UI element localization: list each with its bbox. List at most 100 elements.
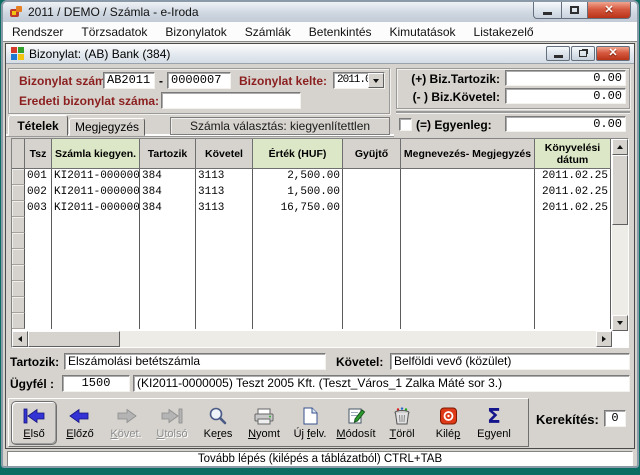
row-selector[interactable]: [12, 281, 25, 297]
grid-cell: [535, 313, 611, 329]
grid-cell: [401, 233, 535, 249]
egyenleg-checkbox[interactable]: [399, 118, 412, 131]
doc-minimize-button[interactable]: [546, 46, 570, 61]
doc-close-button[interactable]: ✕: [596, 46, 630, 61]
eredeti-bizonylat-field[interactable]: [161, 92, 301, 109]
toolbar-button--j-felv[interactable]: Új felv.: [287, 401, 333, 445]
app-titlebar[interactable]: 2011 / DEMO / Számla - e-Iroda ✕: [3, 2, 637, 22]
grid-cell: 001: [25, 169, 52, 185]
toolbar-button-nyomt[interactable]: Nyomt: [241, 401, 287, 445]
tartozik-label: Tartozik:: [10, 355, 60, 369]
toolbar-button-el-z[interactable]: Előző: [57, 401, 103, 445]
column-header: Tartozik: [140, 139, 196, 169]
grid-cell: [140, 281, 196, 297]
edit-icon: [345, 405, 367, 427]
toolbar-button-label: Követ.: [110, 428, 142, 440]
grid-cell: [343, 201, 401, 217]
grid-cell: [196, 265, 253, 281]
minimize-button[interactable]: [533, 2, 562, 19]
table-row[interactable]: 003 KI2011-0000001 384 3113 16,750.00 2011.02…: [12, 201, 628, 217]
egyenleg-field[interactable]: 0.00: [505, 116, 626, 132]
tab-2[interactable]: Megjegyzés: [69, 118, 145, 136]
grid-cell: 2011.02.25: [535, 185, 611, 201]
document-titlebar[interactable]: Bizonylat: (AB) Bank (384) ✕: [6, 44, 634, 64]
toolbar-button-keres[interactable]: Keres: [195, 401, 241, 445]
app-title: 2011 / DEMO / Számla - e-Iroda: [28, 5, 199, 19]
table-row-empty: [12, 249, 628, 265]
bizonylat-prefix-field[interactable]: AB2011: [103, 72, 155, 89]
toolbar-button-els[interactable]: Első: [11, 400, 57, 445]
tartozik-field[interactable]: Elszámolási betétszámla: [64, 353, 326, 370]
close-button[interactable]: ✕: [587, 2, 631, 19]
toolbar-button-kil-p[interactable]: Kilép: [425, 401, 471, 445]
grid-cell: [140, 313, 196, 329]
grid-cell: [196, 233, 253, 249]
grid-cell: [140, 297, 196, 313]
row-selector[interactable]: [12, 169, 25, 185]
scroll-up-button[interactable]: [612, 139, 628, 155]
menu-item-5[interactable]: Betenkintés: [300, 22, 381, 41]
row-selector[interactable]: [12, 313, 25, 329]
scroll-left-button[interactable]: [12, 331, 28, 347]
grid-cell: 384: [140, 201, 196, 217]
menu-item-7[interactable]: Listakezelő: [465, 22, 543, 41]
column-header: Követel: [196, 139, 253, 169]
grid-cell: [401, 169, 535, 185]
grid-cell: [343, 265, 401, 281]
toolbar-button-label: Utolsó: [156, 428, 188, 440]
biz-kovetel-field[interactable]: 0.00: [505, 88, 626, 104]
close-icon: ✕: [604, 3, 614, 16]
toolbar-button-egyenl[interactable]: Σ Egyenl: [471, 401, 517, 445]
menu-item-6[interactable]: Kimutatások: [381, 22, 465, 41]
szamla-valasztas-button[interactable]: Számla választás: kiegyenlítettlen: [170, 117, 390, 135]
vertical-scroll-thumb[interactable]: [612, 155, 628, 225]
grid-cell: 2011.02.25: [535, 169, 611, 185]
grid-cell: [140, 217, 196, 233]
kelte-dropdown-button[interactable]: [368, 73, 384, 88]
table-row[interactable]: 002 KI2011-0000005 384 3113 1,500.00 2011.02.…: [12, 185, 628, 201]
scroll-right-button[interactable]: [596, 331, 612, 347]
menu-item-4[interactable]: Számlák: [236, 22, 300, 41]
table-row[interactable]: 001 KI2011-0000005 384 3113 2,500.00 2011.02.…: [12, 169, 628, 185]
row-selector[interactable]: [12, 297, 25, 313]
scroll-down-button[interactable]: [612, 315, 628, 331]
tab-1[interactable]: Tételek: [8, 115, 68, 136]
ugyfel-code-field[interactable]: 1500: [62, 375, 130, 392]
grid-cell: [535, 281, 611, 297]
table-row-empty: [12, 265, 628, 281]
new-page-icon: [299, 405, 321, 427]
ugyfel-name-field[interactable]: (KI2011-0000005) Teszt 2005 Kft. (Teszt_…: [133, 375, 630, 392]
row-selector[interactable]: [12, 185, 25, 201]
menu-item-3[interactable]: Bizonylatok: [156, 22, 235, 41]
row-selector[interactable]: [12, 217, 25, 233]
grid-cell: [196, 297, 253, 313]
grid-cell: [52, 233, 140, 249]
menu-item-1[interactable]: Rendszer: [3, 22, 72, 41]
grid-cell: [253, 297, 343, 313]
grid-cell: [25, 313, 52, 329]
menu-item-2[interactable]: Törzsadatok: [72, 22, 156, 41]
toolbar-button-t-r-l[interactable]: Töröl: [379, 401, 425, 445]
kerekites-field[interactable]: 0: [604, 410, 626, 427]
doc-restore-button[interactable]: [571, 46, 595, 61]
row-selector[interactable]: [12, 265, 25, 281]
grid-cell: [25, 265, 52, 281]
bizonylat-number-field[interactable]: 0000007: [167, 72, 231, 89]
grid-cell: 1,500.00: [253, 185, 343, 201]
biz-tartozik-field[interactable]: 0.00: [505, 70, 626, 86]
horizontal-scroll-thumb[interactable]: [28, 331, 120, 347]
kovetel-field[interactable]: Belföldi vevő (közület): [390, 353, 630, 370]
grid-cell: KI2011-0000005: [52, 185, 140, 201]
toolbar-button-label: Új felv.: [293, 428, 327, 440]
grid-cell: [401, 201, 535, 217]
toolbar-button-label: Első: [23, 428, 45, 440]
grid-cell: [343, 281, 401, 297]
row-selector[interactable]: [12, 249, 25, 265]
grid-cell: [196, 313, 253, 329]
bizonylat-separator: -: [159, 74, 163, 88]
toolbar-button-m-dos-t[interactable]: Módosít: [333, 401, 379, 445]
maximize-button[interactable]: [561, 2, 588, 19]
menu-bar: Rendszer Törzsadatok Bizonylatok Számlák Bet…: [3, 22, 637, 42]
row-selector[interactable]: [12, 201, 25, 217]
row-selector[interactable]: [12, 233, 25, 249]
